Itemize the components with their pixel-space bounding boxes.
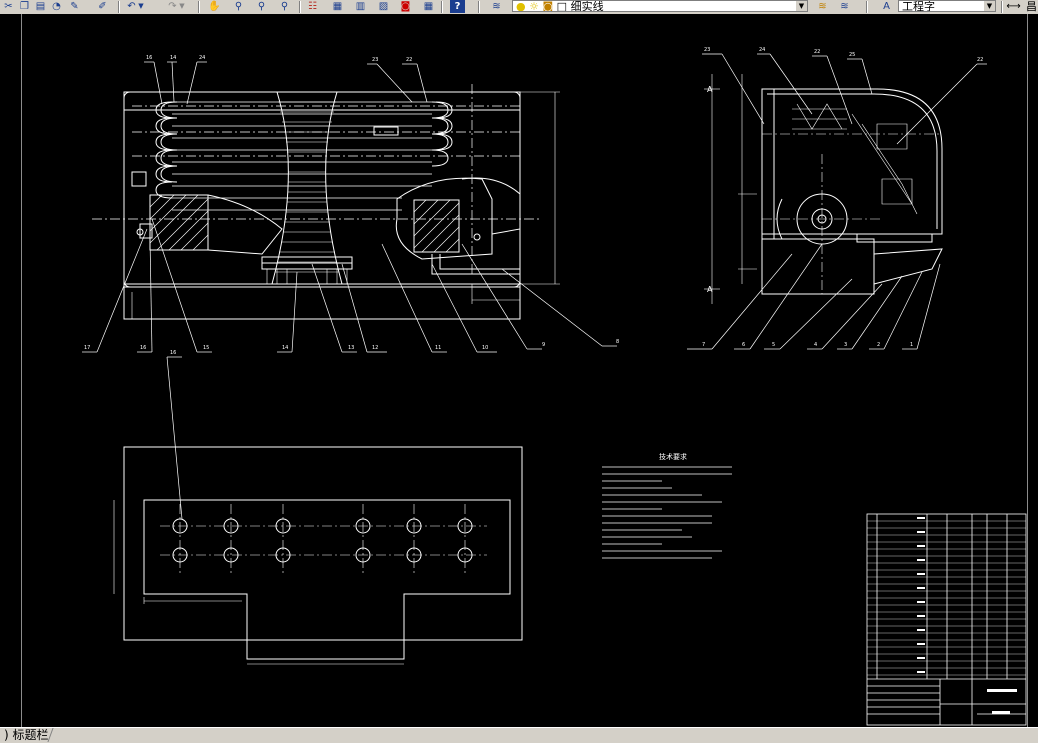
calculator-icon[interactable]: ▦ [421,0,436,13]
svg-text:3: 3 [844,342,847,348]
lock-icon: ◙ [542,0,554,12]
layout-tab-bar: ) 标题栏 [0,727,1038,743]
svg-text:11: 11 [435,345,441,351]
scissors-icon[interactable]: ✂ [1,0,16,13]
brush-icon[interactable]: ✎ [67,0,82,13]
zoom-realtime-icon[interactable]: ⚲ [231,0,246,13]
left-toolbar-dock [0,14,22,727]
svg-text:14: 14 [170,55,176,61]
technical-requirements: 技术要求 [659,452,687,461]
svg-text:10: 10 [482,345,488,351]
svg-text:15: 15 [203,345,209,351]
zoom-window-icon[interactable]: ⚲ [254,0,269,13]
layer-manager-icon[interactable]: ≋ [489,0,504,13]
svg-text:6: 6 [742,342,745,348]
svg-text:9: 9 [542,342,545,348]
markup-icon[interactable]: ◙ [398,0,413,13]
svg-text:17: 17 [84,345,90,351]
bom-marks [917,517,1017,714]
tab-prefix: ) [4,728,9,742]
svg-text:25: 25 [849,52,855,58]
layer-state-icon[interactable]: ≋ [837,0,852,13]
svg-text:22: 22 [814,49,820,55]
section-mark-bottom: A [707,285,713,294]
svg-text:1: 1 [910,342,913,348]
svg-text:16: 16 [170,350,176,356]
svg-text:24: 24 [199,55,205,61]
tech-title: 技术要求 [659,452,687,461]
standard-toolbar: ✂ ❐ ▤ ◔ ✎ ✐ ↶ ▼ ↷ ▼ ✋ ⚲ ⚲ ⚲ ☷ ▦ ▥ ▨ ◙ ▦ … [0,0,1038,15]
paste-icon[interactable]: ▤ [33,0,48,13]
sheetset-icon[interactable]: ▨ [376,0,391,13]
designcenter-icon[interactable]: ▦ [330,0,345,13]
svg-text:4: 4 [814,342,817,348]
vertical-scrollbar[interactable] [1027,14,1038,727]
svg-text:22: 22 [977,57,983,63]
toolpalette-icon[interactable]: ▥ [353,0,368,13]
textstyle-name: 工程字 [902,0,935,12]
front-callout-labels: 17 16 15 14 13 12 11 10 9 8 16 14 24 23 22 16 [84,55,619,356]
tech-text-lines [602,466,732,559]
copy-icon[interactable]: ❐ [17,0,32,13]
svg-text:7: 7 [702,342,705,348]
tab-label: 标题栏 [12,728,49,742]
front-housing [123,91,521,288]
bom-rows [867,520,1026,676]
chevron-down-icon[interactable]: ▼ [984,1,995,11]
svg-text:14: 14 [282,345,288,351]
svg-text:12: 12 [372,345,378,351]
svg-text:2: 2 [877,342,880,348]
side-callout-labels: 7 6 5 4 3 2 1 23 24 22 25 22 [702,47,983,348]
svg-text:22: 22 [406,57,412,63]
textstyle-combo[interactable]: 工程字 ▼ [898,0,996,12]
layer-combo[interactable]: ● ☼ ◙ □ 细实线 ▼ [512,0,808,12]
right-hatched-block [413,199,460,253]
side-view [687,53,987,350]
textstyle-icon[interactable]: A [879,0,894,13]
svg-text:8: 8 [616,339,619,345]
dimstyle-icon[interactable]: ⟷ [1006,0,1021,13]
pan-icon[interactable]: ✋ [207,0,222,13]
svg-text:5: 5 [772,342,775,348]
title-block [867,678,1026,725]
svg-text:13: 13 [348,345,354,351]
sun-icon: ☼ [529,0,539,12]
layer-previous-icon[interactable]: ≋ [815,0,830,13]
layer-name: 细实线 [570,0,604,12]
svg-text:16: 16 [140,345,146,351]
svg-text:23: 23 [372,57,378,63]
right-wedge [395,177,493,260]
cad-drawing: 17 16 15 14 13 12 11 10 9 8 16 14 24 23 22 16 [82,47,1027,726]
redo-dropdown-icon[interactable]: ▼ [178,0,186,13]
drawing-canvas[interactable]: 17 16 15 14 13 12 11 10 9 8 16 14 24 23 22 16 [22,14,1027,727]
properties-icon[interactable]: ☷ [305,0,320,13]
chevron-down-icon[interactable]: ▼ [796,1,807,11]
tab-title-block[interactable]: ) 标题栏 [0,728,53,742]
bulb-icon: ● [516,0,526,12]
help-icon[interactable]: ? [450,0,465,13]
overflow-glyph: 昌 [1026,0,1037,13]
svg-text:16: 16 [146,55,152,61]
svg-text:24: 24 [759,47,765,53]
section-mark-top: A [707,85,713,94]
pencil-icon[interactable]: ✐ [95,0,110,13]
color-square-icon: □ [556,0,568,12]
zoom-previous-icon[interactable]: ⚲ [277,0,292,13]
svg-text:23: 23 [704,47,710,53]
hole-centerlines [160,504,487,574]
matchprop-icon[interactable]: ◔ [49,0,64,13]
central-drum [271,91,343,285]
bolt-holes [172,518,473,563]
plan-view [113,446,523,665]
undo-dropdown-icon[interactable]: ▼ [137,0,145,13]
